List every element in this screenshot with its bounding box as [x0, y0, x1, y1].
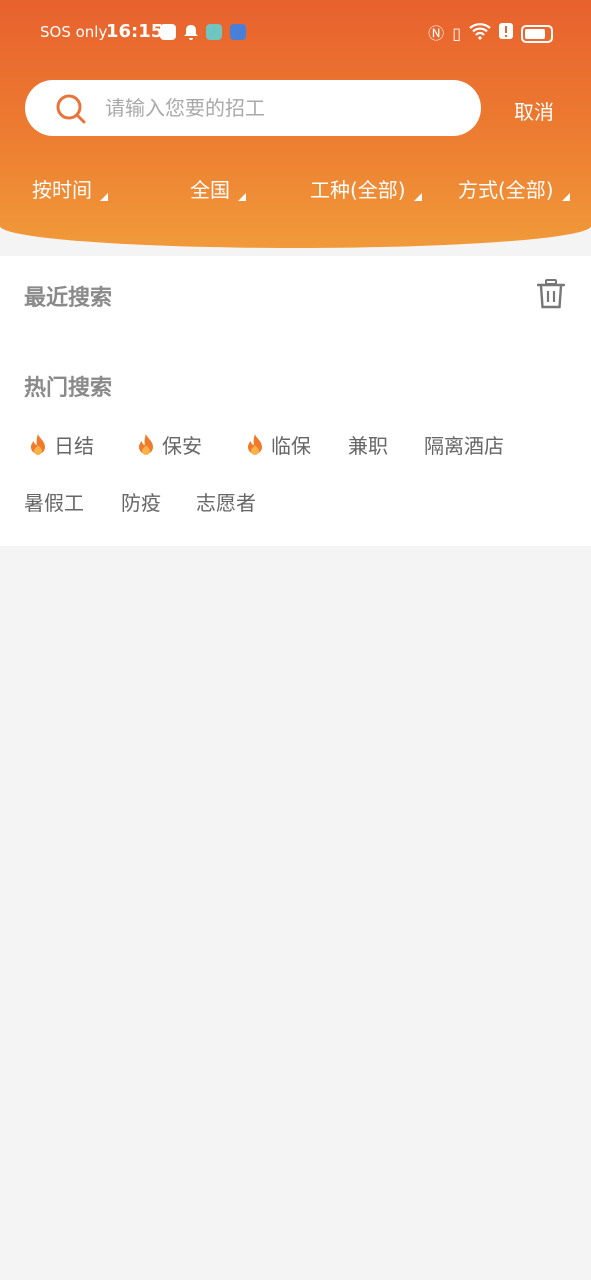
alert-icon	[499, 22, 513, 45]
filter-time[interactable]: 按时间	[32, 174, 108, 203]
flame-icon	[248, 433, 262, 455]
hot-tag[interactable]: 临保	[245, 430, 311, 459]
app-notification-icon	[206, 24, 222, 40]
wifi-icon	[469, 22, 491, 45]
hot-tag[interactable]: 隔离酒店	[424, 430, 504, 459]
filter-region[interactable]: 全国	[190, 174, 246, 203]
hot-tag-label: 暑假工	[24, 491, 84, 515]
dropdown-arrow-icon	[413, 193, 422, 201]
search-box	[25, 80, 481, 136]
nfc-icon: Ⓝ	[428, 23, 445, 43]
vibrate-icon: ▯	[452, 23, 461, 43]
flame-icon	[139, 433, 153, 455]
hot-tag[interactable]: 保安	[136, 430, 202, 459]
filter-job-type[interactable]: 工种(全部)	[310, 174, 422, 203]
header: SOS only 16:15 Ⓝ ▯ 取消 按时间 全国 工种(	[0, 0, 591, 248]
cancel-button[interactable]: 取消	[514, 96, 554, 125]
search-input[interactable]	[105, 88, 465, 128]
filter-bar: 按时间 全国 工种(全部) 方式(全部)	[0, 174, 591, 208]
hot-tag-label: 临保	[271, 434, 311, 458]
hot-tag[interactable]: 兼职	[348, 430, 388, 459]
carrier-label: SOS only	[40, 23, 108, 41]
hot-tag[interactable]: 志愿者	[196, 487, 256, 516]
hot-tag[interactable]: 日结	[28, 430, 94, 459]
recent-search-title: 最近搜索	[24, 286, 113, 311]
battery-icon	[521, 24, 553, 43]
hot-search-title: 热门搜索	[24, 376, 113, 401]
status-icons: Ⓝ ▯	[428, 22, 553, 45]
status-bar: SOS only 16:15 Ⓝ ▯	[0, 0, 591, 66]
filter-time-label: 按时间	[32, 178, 92, 202]
filter-region-label: 全国	[190, 178, 230, 202]
filter-method[interactable]: 方式(全部)	[458, 174, 570, 203]
hot-tag-label: 日结	[54, 434, 94, 458]
hot-tag-label: 保安	[162, 434, 202, 458]
hot-tag[interactable]: 防疫	[121, 487, 161, 516]
app-notification-icon	[160, 24, 176, 40]
flame-icon	[31, 433, 45, 455]
filter-method-label: 方式(全部)	[458, 178, 554, 202]
hot-tag-label: 防疫	[121, 491, 161, 515]
trash-icon[interactable]	[537, 279, 565, 309]
dropdown-arrow-icon	[100, 193, 108, 201]
hot-tag-label: 兼职	[348, 434, 388, 458]
hot-tag-label: 隔离酒店	[424, 434, 504, 458]
dropdown-arrow-icon	[238, 193, 246, 201]
filter-job-type-label: 工种(全部)	[310, 178, 406, 202]
dropdown-arrow-icon	[561, 193, 570, 201]
hot-tag[interactable]: 暑假工	[24, 487, 84, 516]
hot-tag-label: 志愿者	[196, 491, 256, 515]
clock: 16:15	[106, 21, 164, 42]
search-icon	[56, 94, 86, 124]
shield-icon	[230, 24, 246, 40]
bell-icon	[184, 24, 198, 40]
